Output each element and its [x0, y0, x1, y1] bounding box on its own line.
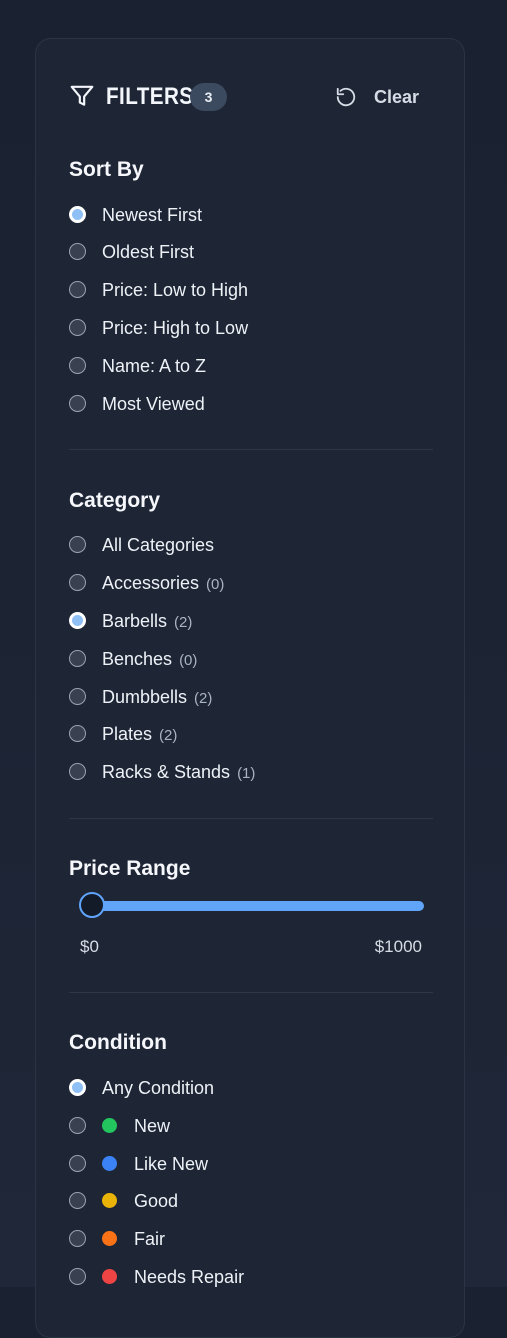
- category-option-barbells[interactable]: Barbells (2): [69, 609, 429, 635]
- option-label: Oldest First: [102, 242, 195, 262]
- price-range-title: Price Range: [69, 857, 191, 880]
- option-label: Dumbbells (2): [102, 687, 213, 707]
- option-label: Accessories (0): [102, 573, 225, 593]
- item-count: (1): [237, 765, 256, 782]
- radio-button[interactable]: [69, 725, 86, 742]
- radio-button[interactable]: [69, 1117, 86, 1134]
- option-label: Good: [134, 1191, 179, 1211]
- radio-button[interactable]: [69, 688, 86, 705]
- radio-button[interactable]: [69, 281, 86, 298]
- option-label: Barbells (2): [102, 611, 193, 631]
- radio-button[interactable]: [69, 319, 86, 336]
- condition-option-any[interactable]: Any Condition: [69, 1076, 429, 1102]
- option-label: Any Condition: [102, 1078, 215, 1098]
- item-count: (0): [206, 576, 225, 593]
- category-option-plates[interactable]: Plates (2): [69, 722, 429, 748]
- option-label: Plates (2): [102, 724, 178, 744]
- radio-button[interactable]: [69, 1079, 86, 1096]
- category-option-all[interactable]: All Categories: [69, 533, 429, 559]
- clear-filters-button[interactable]: Clear: [335, 82, 425, 112]
- radio-button[interactable]: [69, 763, 86, 780]
- radio-button[interactable]: [69, 357, 86, 374]
- condition-title: Condition: [69, 1031, 167, 1054]
- radio-button[interactable]: [69, 395, 86, 412]
- sort-option-price-low-high[interactable]: Price: Low to High: [69, 278, 429, 304]
- radio-button[interactable]: [69, 206, 86, 223]
- radio-button[interactable]: [69, 612, 86, 629]
- radio-button[interactable]: [69, 1230, 86, 1247]
- section-divider: [69, 449, 433, 450]
- radio-button[interactable]: [69, 650, 86, 667]
- filters-title: FILTERS: [106, 83, 194, 110]
- option-label: Like New: [134, 1154, 209, 1174]
- radio-button[interactable]: [69, 243, 86, 260]
- sort-option-oldest-first[interactable]: Oldest First: [69, 240, 429, 266]
- item-count: (2): [159, 727, 178, 744]
- condition-option-needs-repair[interactable]: Needs Repair: [69, 1265, 429, 1291]
- section-divider: [69, 992, 433, 993]
- active-filter-count-badge: 3: [190, 83, 227, 111]
- condition-color-dot: [102, 1118, 117, 1133]
- category-option-racks-stands[interactable]: Racks & Stands (1): [69, 760, 429, 786]
- item-count: (2): [194, 690, 213, 707]
- item-count: (0): [179, 652, 198, 669]
- condition-color-dot: [102, 1231, 117, 1246]
- condition-option-like-new[interactable]: Like New: [69, 1152, 429, 1178]
- reset-icon: [336, 87, 356, 107]
- radio-button[interactable]: [69, 1192, 86, 1209]
- price-slider-track[interactable]: [83, 901, 424, 911]
- price-min-label: $0: [80, 937, 99, 956]
- sort-option-price-high-low[interactable]: Price: High to Low: [69, 316, 429, 342]
- condition-color-dot: [102, 1269, 117, 1284]
- category-option-benches[interactable]: Benches (0): [69, 647, 429, 673]
- option-label: New: [134, 1116, 171, 1136]
- sort-option-newest-first[interactable]: Newest First: [69, 203, 429, 229]
- filters-header: FILTERS 3 Clear: [69, 82, 419, 114]
- sort-option-most-viewed[interactable]: Most Viewed: [69, 392, 429, 418]
- radio-button[interactable]: [69, 574, 86, 591]
- option-label: Needs Repair: [134, 1267, 245, 1287]
- radio-button[interactable]: [69, 1268, 86, 1285]
- radio-button[interactable]: [69, 1155, 86, 1172]
- filter-funnel-icon: [70, 85, 94, 106]
- condition-option-fair[interactable]: Fair: [69, 1227, 429, 1253]
- condition-color-dot: [102, 1156, 117, 1171]
- option-label: Name: A to Z: [102, 356, 207, 376]
- category-option-dumbbells[interactable]: Dumbbells (2): [69, 685, 429, 711]
- category-option-accessories[interactable]: Accessories (0): [69, 571, 429, 597]
- option-label: Newest First: [102, 205, 203, 225]
- item-count: (2): [174, 614, 193, 631]
- condition-color-dot: [102, 1193, 117, 1208]
- category-title: Category: [69, 489, 161, 512]
- price-slider-min-handle[interactable]: [79, 892, 105, 918]
- radio-button[interactable]: [69, 536, 86, 553]
- section-divider: [69, 818, 433, 819]
- option-label: Price: Low to High: [102, 280, 249, 300]
- price-max-label: $1000: [374, 937, 422, 956]
- filters-panel: FILTERS 3 Clear Sort By Newest First Old…: [35, 38, 465, 1338]
- option-label: Fair: [134, 1229, 165, 1249]
- sort-by-title: Sort By: [69, 158, 144, 181]
- condition-option-good[interactable]: Good: [69, 1189, 429, 1215]
- option-label: Racks & Stands (1): [102, 762, 256, 782]
- option-label: Most Viewed: [102, 394, 205, 414]
- option-label: All Categories: [102, 535, 215, 555]
- clear-filters-label: Clear: [374, 87, 420, 107]
- option-label: Price: High to Low: [102, 318, 249, 338]
- option-label: Benches (0): [102, 649, 198, 669]
- condition-option-new[interactable]: New: [69, 1114, 429, 1140]
- sort-option-name-a-z[interactable]: Name: A to Z: [69, 354, 429, 380]
